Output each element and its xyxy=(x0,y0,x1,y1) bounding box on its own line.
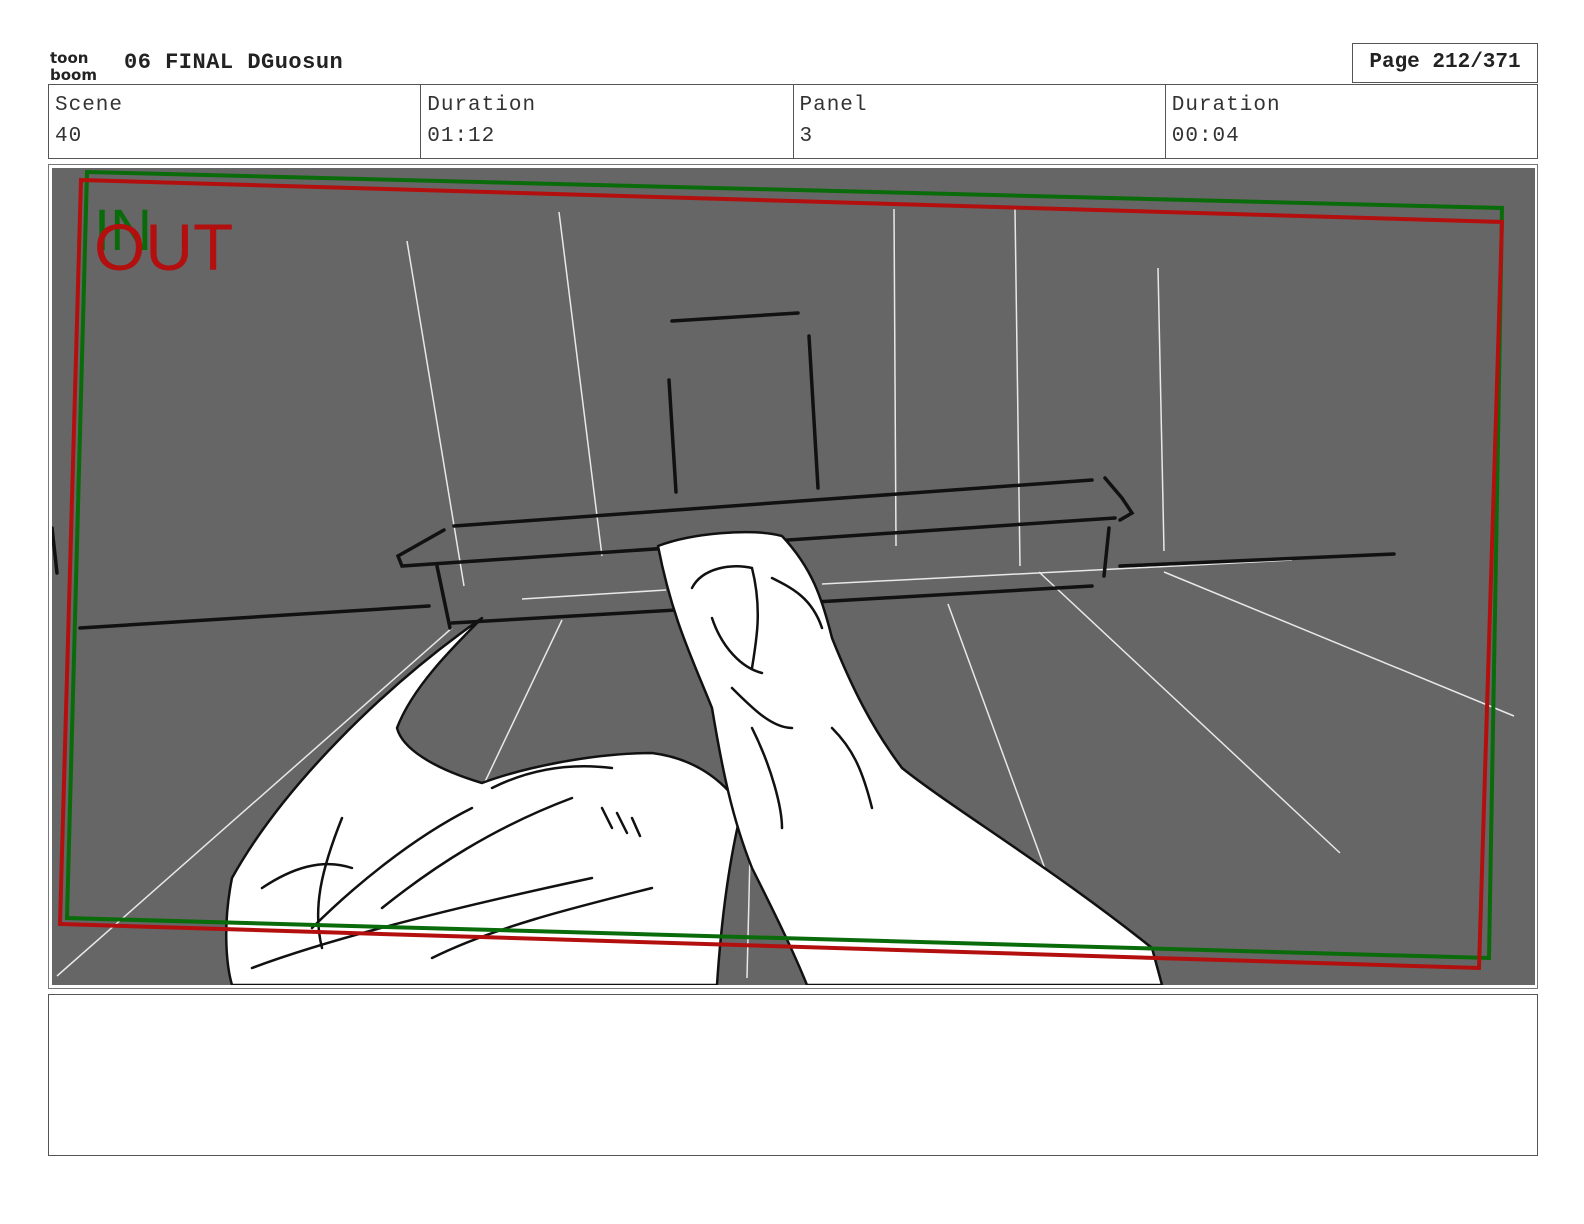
project-title: 06 FINAL DGuosun xyxy=(124,50,344,75)
panel-image: IN OUT xyxy=(52,168,1535,985)
scene-duration-value: 01:12 xyxy=(427,125,496,148)
scene-value: 40 xyxy=(55,125,83,148)
panel-cell: Panel 3 xyxy=(794,85,1166,158)
logo-text-top: toon xyxy=(50,49,88,67)
panel-notes-box[interactable] xyxy=(48,994,1538,1156)
panel-value: 3 xyxy=(799,125,814,148)
toon-boom-logo: toon boom xyxy=(50,49,97,82)
panel-duration-value: 00:04 xyxy=(1171,125,1240,148)
scene-duration-cell: Duration 01:12 xyxy=(421,85,794,158)
panel-duration-cell: Duration 00:04 xyxy=(1166,85,1537,158)
panel-duration-label: Duration xyxy=(1171,94,1281,117)
storyboard-sketch: IN OUT xyxy=(52,169,1515,985)
scene-label: Scene xyxy=(55,94,124,117)
logo-text-bottom: boom xyxy=(50,66,97,82)
figure-sketch xyxy=(225,530,1164,985)
scene-info-table: Scene 40 Duration 01:12 Panel 3 Duration… xyxy=(48,84,1538,159)
scene-duration-label: Duration xyxy=(427,94,537,117)
page-number: Page 212/371 xyxy=(1352,43,1538,83)
panel-label: Panel xyxy=(799,94,868,117)
scene-cell: Scene 40 xyxy=(49,85,422,158)
out-label: OUT xyxy=(94,210,233,284)
